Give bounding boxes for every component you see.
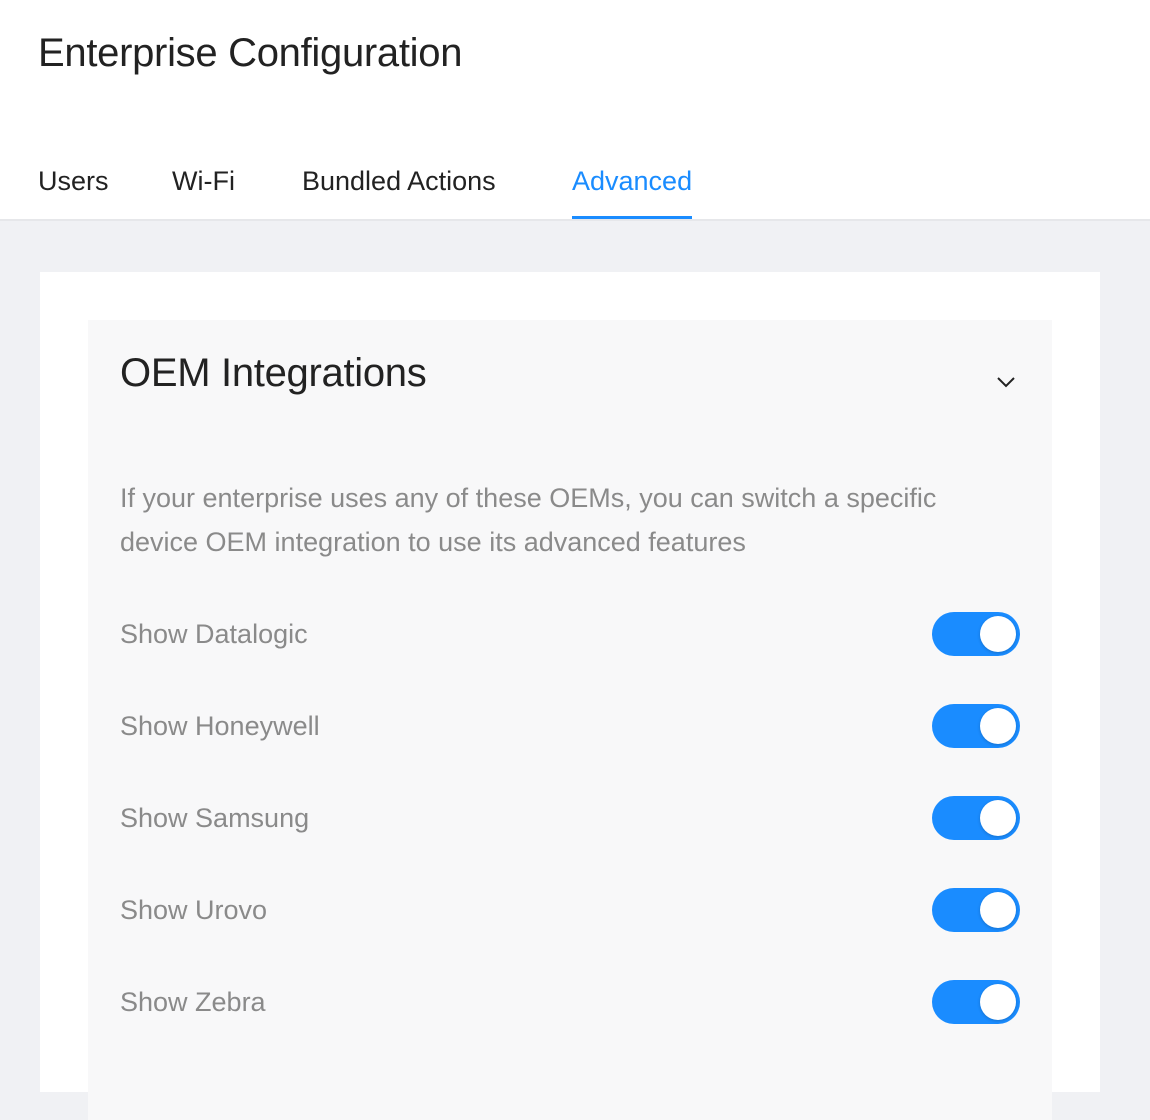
toggle-knob — [980, 708, 1016, 744]
oem-row-honeywell: Show Honeywell — [120, 704, 1020, 748]
tab-wifi[interactable]: Wi-Fi — [172, 156, 235, 219]
toggle-knob — [980, 800, 1016, 836]
toggle-knob — [980, 984, 1016, 1020]
oem-row-samsung: Show Samsung — [120, 796, 1020, 840]
oem-label: Show Samsung — [120, 803, 310, 833]
toggle-urovo[interactable] — [932, 888, 1020, 932]
oem-label: Show Honeywell — [120, 711, 320, 741]
oem-label: Show Datalogic — [120, 619, 308, 649]
page-title: Enterprise Configuration — [38, 31, 463, 75]
oem-label: Show Urovo — [120, 895, 268, 925]
toggle-samsung[interactable] — [932, 796, 1020, 840]
oem-row-zebra: Show Zebra — [120, 980, 1020, 1024]
section-title: OEM Integrations — [120, 351, 427, 395]
tab-bar: Users Wi-Fi Bundled Actions Advanced — [0, 156, 1150, 219]
toggle-datalogic[interactable] — [932, 612, 1020, 656]
toggle-honeywell[interactable] — [932, 704, 1020, 748]
tab-bundled-actions[interactable]: Bundled Actions — [302, 156, 496, 219]
toggle-zebra[interactable] — [932, 980, 1020, 1024]
page-header: Enterprise Configuration Users Wi-Fi Bun… — [0, 0, 1150, 221]
oem-label: Show Zebra — [120, 987, 266, 1017]
tab-users[interactable]: Users — [38, 156, 109, 219]
oem-integrations-panel: OEM Integrations If your enterprise uses… — [88, 320, 1052, 1120]
tab-advanced[interactable]: Advanced — [572, 156, 693, 219]
oem-row-datalogic: Show Datalogic — [120, 612, 1020, 656]
chevron-down-icon[interactable] — [994, 370, 1018, 394]
oem-row-urovo: Show Urovo — [120, 888, 1020, 932]
toggle-knob — [980, 892, 1016, 928]
content-card: OEM Integrations If your enterprise uses… — [40, 272, 1100, 1120]
section-description: If your enterprise uses any of these OEM… — [120, 483, 937, 557]
toggle-knob — [980, 616, 1016, 652]
